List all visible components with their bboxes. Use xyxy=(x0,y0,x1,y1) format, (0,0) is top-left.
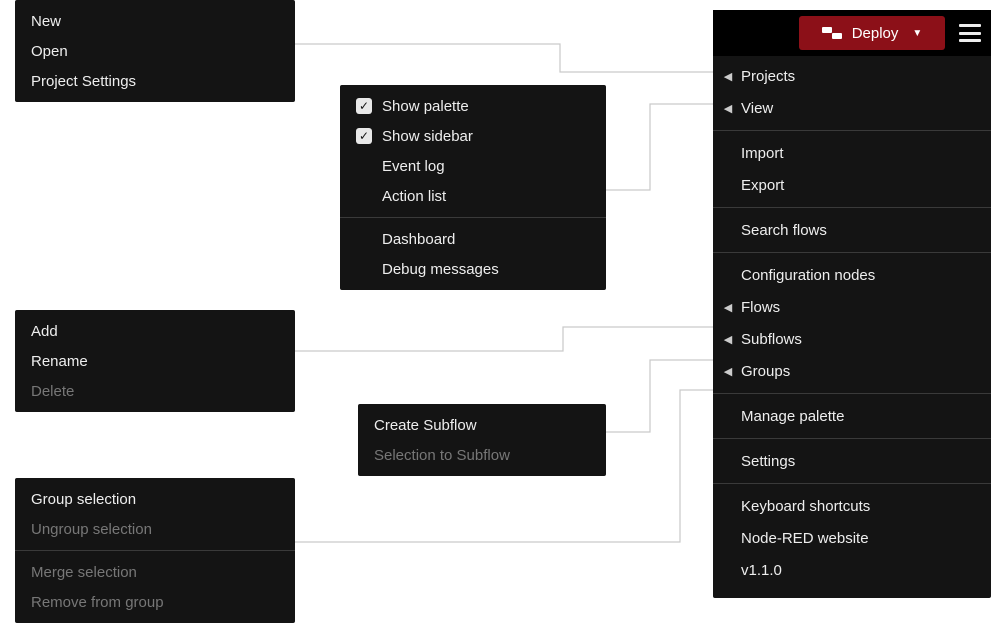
menu-item-subflows[interactable]: ◀ Subflows xyxy=(713,323,991,355)
menu-item-keyboard-shortcuts[interactable]: Keyboard shortcuts xyxy=(713,490,991,522)
checkbox-checked-icon: ✓ xyxy=(356,128,372,144)
view-show-palette[interactable]: ✓ Show palette xyxy=(340,91,606,121)
main-menu-panel: Deploy ▼ ◀ Projects ◀ View Import Export… xyxy=(713,10,991,598)
flows-submenu: Add Rename Delete xyxy=(15,310,295,412)
menu-item-import[interactable]: Import xyxy=(713,137,991,169)
divider xyxy=(713,252,991,253)
editor-header: Deploy ▼ xyxy=(713,10,991,56)
flows-add[interactable]: Add xyxy=(15,316,295,346)
divider xyxy=(713,130,991,131)
groups-remove-from-group: Remove from group xyxy=(15,587,295,617)
groups-group-selection[interactable]: Group selection xyxy=(15,484,295,514)
menu-item-manage-palette[interactable]: Manage palette xyxy=(713,400,991,432)
projects-new[interactable]: New xyxy=(15,6,295,36)
subflows-submenu: Create Subflow Selection to Subflow xyxy=(358,404,606,476)
caret-down-icon: ▼ xyxy=(912,28,922,39)
groups-submenu: Group selection Ungroup selection Merge … xyxy=(15,478,295,623)
menu-item-flows[interactable]: ◀ Flows xyxy=(713,291,991,323)
view-debug-messages[interactable]: Debug messages xyxy=(340,254,606,284)
view-action-list[interactable]: Action list xyxy=(340,181,606,211)
subflows-create[interactable]: Create Subflow xyxy=(358,410,606,440)
chevron-left-icon: ◀ xyxy=(721,70,735,83)
view-dashboard[interactable]: Dashboard xyxy=(340,224,606,254)
menu-item-version: v1.1.0 xyxy=(713,554,991,586)
chevron-left-icon: ◀ xyxy=(721,365,735,378)
divider xyxy=(713,207,991,208)
groups-ungroup-selection: Ungroup selection xyxy=(15,514,295,544)
chevron-left-icon: ◀ xyxy=(721,333,735,346)
menu-item-projects[interactable]: ◀ Projects xyxy=(713,60,991,92)
main-menu-list: ◀ Projects ◀ View Import Export Search f… xyxy=(713,56,991,590)
subflows-selection: Selection to Subflow xyxy=(358,440,606,470)
menu-item-view[interactable]: ◀ View xyxy=(713,92,991,124)
groups-merge-selection: Merge selection xyxy=(15,557,295,587)
deploy-button[interactable]: Deploy ▼ xyxy=(799,16,945,50)
view-event-log[interactable]: Event log xyxy=(340,151,606,181)
menu-item-website[interactable]: Node-RED website xyxy=(713,522,991,554)
projects-submenu: New Open Project Settings xyxy=(15,0,295,102)
divider xyxy=(713,438,991,439)
chevron-left-icon: ◀ xyxy=(721,102,735,115)
view-submenu: ✓ Show palette ✓ Show sidebar Event log … xyxy=(340,85,606,290)
menu-item-export[interactable]: Export xyxy=(713,169,991,201)
projects-open[interactable]: Open xyxy=(15,36,295,66)
menu-item-search-flows[interactable]: Search flows xyxy=(713,214,991,246)
menu-item-groups[interactable]: ◀ Groups xyxy=(713,355,991,387)
projects-settings[interactable]: Project Settings xyxy=(15,66,295,96)
checkbox-checked-icon: ✓ xyxy=(356,98,372,114)
deploy-label: Deploy xyxy=(852,25,899,42)
divider xyxy=(713,483,991,484)
divider xyxy=(340,217,606,218)
flows-rename[interactable]: Rename xyxy=(15,346,295,376)
view-show-sidebar[interactable]: ✓ Show sidebar xyxy=(340,121,606,151)
divider xyxy=(15,550,295,551)
menu-item-settings[interactable]: Settings xyxy=(713,445,991,477)
chevron-left-icon: ◀ xyxy=(721,301,735,314)
hamburger-icon[interactable] xyxy=(959,24,981,42)
menu-item-configuration-nodes[interactable]: Configuration nodes xyxy=(713,259,991,291)
deploy-icon xyxy=(822,24,842,42)
flows-delete: Delete xyxy=(15,376,295,406)
divider xyxy=(713,393,991,394)
